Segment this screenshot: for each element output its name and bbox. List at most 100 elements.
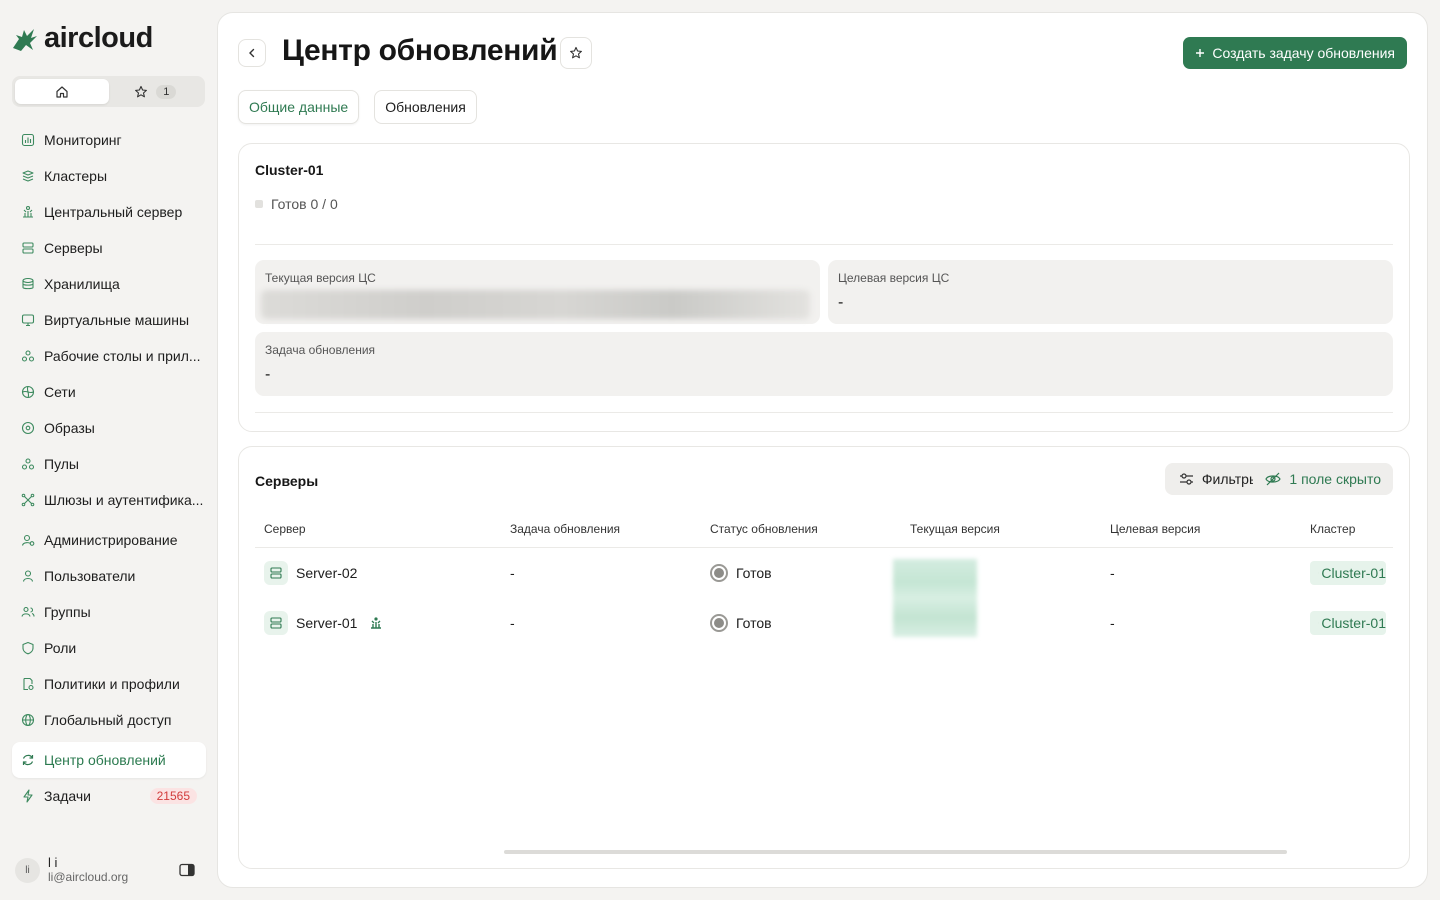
sidebar-item-roles[interactable]: Роли: [12, 630, 206, 666]
tab-general[interactable]: Общие данные: [238, 90, 360, 124]
column-header-target-version[interactable]: Целевая версия: [1110, 522, 1200, 536]
sidebar-item-vm[interactable]: Виртуальные машины: [12, 302, 206, 338]
groups-icon: [21, 606, 35, 617]
column-header-current-version[interactable]: Текущая версия: [910, 522, 1000, 536]
table-row[interactable]: Server-01 - Готов - Cluster-01: [255, 598, 1393, 648]
sidebar-toggle-icon[interactable]: [179, 863, 195, 877]
chevron-left-icon: [249, 48, 255, 58]
sidebar-item-clusters[interactable]: Кластеры: [12, 158, 206, 194]
sidebar-item-servers[interactable]: Серверы: [12, 230, 206, 266]
user-email: li@aircloud.org: [48, 870, 129, 884]
admin-icon: [21, 534, 35, 546]
sidebar-item-global-access[interactable]: Глобальный доступ: [12, 702, 206, 738]
tasks-count-badge: 21565: [149, 788, 197, 804]
sidebar-item-tasks[interactable]: Задачи 21565: [12, 778, 206, 814]
hidden-fields-label: 1 поле скрыто: [1289, 471, 1381, 487]
home-icon: [56, 85, 68, 98]
target-version-cell: -: [1110, 565, 1115, 581]
sidebar-item-label: Серверы: [44, 240, 103, 256]
cluster-cell[interactable]: Cluster-01: [1310, 598, 1386, 648]
sidebar-item-groups[interactable]: Группы: [12, 594, 206, 630]
sidebar-item-networks[interactable]: Сети: [12, 374, 206, 410]
plus-icon: [1196, 49, 1205, 57]
pools-icon: [21, 458, 35, 470]
divider: [255, 412, 1393, 413]
cluster-ready-status: Готов 0 / 0: [255, 196, 338, 212]
target-cs-version-value: -: [838, 294, 844, 311]
cluster-cell[interactable]: Cluster-01: [1310, 548, 1386, 598]
tab-updates[interactable]: Обновления: [374, 90, 477, 124]
tasks-icon: [23, 789, 33, 803]
update-task-cell: -: [510, 565, 515, 581]
sidebar-item-admin[interactable]: Администрирование: [12, 522, 206, 558]
cluster-name: Cluster-01: [255, 162, 324, 178]
sidebar-item-label: Мониторинг: [44, 132, 122, 148]
sidebar-item-users[interactable]: Пользователи: [12, 558, 206, 594]
sidebar-item-gateways[interactable]: Шлюзы и аутентифика...: [12, 482, 206, 518]
sidebar-item-label: Группы: [44, 604, 91, 620]
cluster-card: Cluster-01 Готов 0 / 0 Текущая версия ЦС…: [238, 143, 1410, 432]
column-header-server[interactable]: Сервер: [264, 522, 306, 536]
update-task-label: Задача обновления: [265, 343, 376, 357]
sidebar-item-update-center[interactable]: Центр обновлений: [12, 742, 206, 778]
server-cell[interactable]: Server-02: [264, 548, 357, 598]
divider: [255, 244, 1393, 245]
sidebar-item-storage[interactable]: Хранилища: [12, 266, 206, 302]
update-center-icon: [22, 754, 34, 766]
home-switch-button[interactable]: [15, 79, 109, 104]
sidebar-item-central-server[interactable]: Центральный сервер: [12, 194, 206, 230]
update-status-cell: Готов: [710, 548, 772, 598]
sidebar-item-policies[interactable]: Политики и профили: [12, 666, 206, 702]
sidebar-item-label: Глобальный доступ: [44, 712, 172, 728]
cluster-tag[interactable]: Cluster-01: [1310, 611, 1386, 635]
table-row[interactable]: Server-02 - Готов - Cluster-01: [255, 548, 1393, 598]
sidebar-item-monitoring[interactable]: Мониторинг: [12, 122, 206, 158]
logo[interactable]: aircloud: [10, 22, 153, 55]
star-icon: [570, 46, 582, 59]
sidebar-item-label: Хранилища: [44, 276, 120, 292]
update-status-text: Готов: [736, 615, 772, 631]
desktops-icon: [21, 350, 35, 362]
user-name: l i: [48, 855, 58, 870]
column-header-update-status[interactable]: Статус обновления: [710, 522, 818, 536]
sidebar-item-label: Рабочие столы и прил...: [44, 348, 201, 364]
status-indicator-icon: [710, 564, 728, 582]
main-panel: Центр обновлений Создать задачу обновлен…: [217, 12, 1428, 888]
favorites-switch-button[interactable]: 1: [109, 79, 203, 104]
sidebar-item-label: Пулы: [44, 456, 79, 472]
horizontal-scrollbar[interactable]: [504, 850, 1287, 854]
server-cell[interactable]: Server-01: [264, 598, 383, 648]
vm-icon: [21, 314, 35, 327]
sidebar-item-desktops[interactable]: Рабочие столы и прил...: [12, 338, 206, 374]
sidebar-item-label: Задачи: [44, 788, 92, 804]
cluster-ready-text: Готов 0 / 0: [271, 196, 338, 212]
target-version-cell: -: [1110, 615, 1115, 631]
column-header-cluster[interactable]: Кластер: [1310, 522, 1355, 536]
logo-text: aircloud: [44, 22, 153, 54]
sidebar-item-pools[interactable]: Пулы: [12, 446, 206, 482]
update-task-field: Задача обновления -: [255, 332, 1393, 396]
cluster-tag[interactable]: Cluster-01: [1310, 561, 1386, 585]
central-server-icon: [23, 205, 33, 218]
target-cs-version-label: Целевая версия ЦС: [838, 271, 950, 285]
roles-icon: [22, 641, 34, 655]
user-profile[interactable]: li l i li@aircloud.org: [15, 852, 195, 888]
tabs: Общие данные Обновления: [238, 90, 477, 124]
cluster-tag-label: Cluster-01: [1321, 565, 1386, 581]
hidden-fields-button[interactable]: 1 поле скрыто: [1253, 463, 1393, 495]
favorite-button[interactable]: [560, 37, 592, 69]
server-icon: [264, 611, 288, 635]
create-update-task-button[interactable]: Создать задачу обновления: [1183, 37, 1407, 69]
monitoring-icon: [21, 133, 35, 147]
back-button[interactable]: [238, 39, 266, 67]
sidebar-item-images[interactable]: Образы: [12, 410, 206, 446]
sidebar-item-label: Кластеры: [44, 168, 107, 184]
star-icon: [135, 85, 148, 97]
current-cs-version-label: Текущая версия ЦС: [265, 271, 376, 285]
update-task-cell: -: [510, 615, 515, 631]
page-title: Центр обновлений: [282, 34, 558, 67]
column-header-update-task[interactable]: Задача обновления: [510, 522, 620, 536]
servers-card: Серверы Фильтры 1 поле скрыто Сервер Зад…: [238, 446, 1410, 869]
sidebar-item-label: Центральный сервер: [44, 204, 183, 220]
gateways-icon: [21, 493, 35, 507]
